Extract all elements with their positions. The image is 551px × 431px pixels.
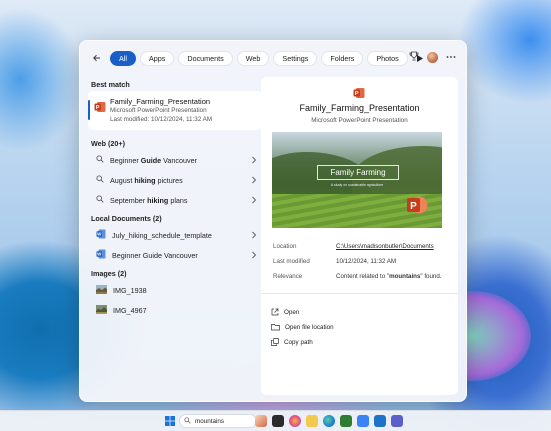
powerpoint-icon: P: [353, 87, 365, 101]
outlook-app-icon[interactable]: [374, 415, 386, 427]
chevron-right-icon[interactable]: [251, 156, 257, 166]
image-result-label: IMG_4967: [113, 305, 147, 315]
image-thumbnail: [96, 304, 107, 316]
copilot-icon[interactable]: [289, 415, 301, 427]
svg-text:P: P: [96, 105, 100, 111]
taskbar-search-text: mountains: [195, 417, 225, 425]
microsoft-store-icon[interactable]: [357, 415, 369, 427]
divider: [261, 293, 458, 294]
task-view-icon[interactable]: [272, 415, 284, 427]
web-result-item[interactable]: Beginner Guide Vancouver: [88, 150, 262, 170]
search-icon: [96, 175, 104, 185]
web-result-label: Beginner Guide Vancouver: [110, 155, 197, 165]
image-thumbnail: [96, 284, 107, 296]
preview-pane: P Family_Farming_Presentation Microsoft …: [261, 77, 458, 395]
word-document-icon: W: [96, 249, 106, 261]
local-documents-heading: Local Documents (2): [91, 213, 162, 223]
filter-chip-apps[interactable]: Apps: [140, 50, 175, 66]
thumbnail-title: Family Farming: [317, 165, 399, 180]
taskbar-search-box[interactable]: mountains: [179, 414, 257, 428]
web-result-label: August hiking pictures: [110, 175, 183, 185]
search-icon: [96, 195, 104, 205]
filter-bar: All Apps Documents Web Settings Folders …: [80, 41, 466, 75]
copy-path-action[interactable]: Copy path: [271, 335, 334, 350]
top-right-controls: [409, 51, 456, 63]
presentation-thumbnail[interactable]: Family Farming A study on sustainable ag…: [272, 132, 442, 228]
filter-chip-folders[interactable]: Folders: [321, 50, 364, 66]
property-relevance: Relevance Content related to "mountains"…: [273, 273, 442, 280]
word-document-icon: W: [96, 229, 106, 241]
chevron-right-icon[interactable]: [251, 231, 257, 241]
image-result-label: IMG_1938: [113, 285, 147, 295]
best-match-type: Microsoft PowerPoint Presentation: [110, 107, 207, 114]
svg-text:P: P: [410, 201, 417, 212]
chevron-right-icon[interactable]: [251, 251, 257, 261]
document-result-item[interactable]: W Beginner Guide Vancouver: [88, 245, 262, 265]
best-match-item[interactable]: P Family_Farming_Presentation Microsoft …: [88, 91, 262, 130]
filter-chip-web[interactable]: Web: [236, 50, 270, 66]
document-result-label: Beginner Guide Vancouver: [112, 250, 198, 260]
open-action[interactable]: Open: [271, 305, 334, 320]
web-heading: Web (20+): [91, 138, 126, 148]
powerpoint-logo-icon: P: [406, 194, 428, 218]
file-properties: Location C:\Users\madisonbutler\Document…: [273, 239, 450, 284]
chevron-right-icon[interactable]: [251, 196, 257, 206]
windows-start-icon[interactable]: [164, 415, 176, 427]
thumbnail-subtitle: A study on sustainable agriculture: [330, 183, 384, 187]
results-pane: Best match P Family_Farming_Presentation…: [88, 77, 262, 395]
open-file-location-action[interactable]: Open file location: [271, 320, 334, 335]
filter-chip-settings[interactable]: Settings: [273, 50, 318, 66]
web-result-item[interactable]: September hiking plans: [88, 190, 262, 210]
filter-chip-photos[interactable]: Photos: [367, 50, 408, 66]
edge-browser-icon[interactable]: [323, 415, 335, 427]
teams-app-icon[interactable]: [391, 415, 403, 427]
taskbar: mountains: [0, 410, 551, 431]
search-highlight-icon[interactable]: [255, 415, 267, 427]
search-window: All Apps Documents Web Settings Folders …: [79, 40, 467, 402]
user-avatar[interactable]: [427, 51, 438, 63]
preview-title: Family_Farming_Presentation: [299, 103, 420, 113]
rewards-trophy-icon[interactable]: [409, 51, 419, 63]
preview-subtitle: Microsoft PowerPoint Presentation: [311, 117, 408, 124]
selection-indicator: [88, 100, 90, 120]
best-match-heading: Best match: [91, 79, 130, 89]
images-heading: Images (2): [91, 268, 127, 278]
property-modified: Last modified 10/12/2024, 11:32 AM: [273, 258, 397, 265]
filter-chip-all[interactable]: All: [110, 50, 136, 66]
property-location: Location C:\Users\madisonbutler\Document…: [273, 243, 434, 250]
powerpoint-icon: P: [94, 101, 106, 115]
location-link[interactable]: C:\Users\madisonbutler\Documents: [336, 243, 434, 250]
preview-actions: Open Open file location Copy path: [271, 305, 334, 350]
search-icon: [184, 416, 191, 426]
document-result-label: July_hiking_schedule_template: [112, 230, 212, 240]
folder-icon: [271, 323, 280, 333]
best-match-modified: Last modified: 10/12/2024, 11:32 AM: [110, 116, 213, 123]
chevron-right-icon[interactable]: [251, 176, 257, 186]
search-icon: [96, 155, 104, 165]
back-arrow-icon[interactable]: [90, 51, 104, 65]
copy-icon: [271, 337, 279, 348]
image-result-item[interactable]: IMG_4967: [88, 300, 262, 320]
best-match-name: Family_Farming_Presentation: [110, 97, 211, 106]
more-options-icon[interactable]: [446, 54, 456, 61]
image-result-item[interactable]: IMG_1938: [88, 280, 262, 300]
filter-chip-documents[interactable]: Documents: [178, 50, 233, 66]
file-explorer-icon[interactable]: [306, 415, 318, 427]
web-result-label: September hiking plans: [110, 195, 188, 205]
open-external-icon: [271, 308, 279, 318]
document-result-item[interactable]: W July_hiking_schedule_template: [88, 225, 262, 245]
web-result-item[interactable]: August hiking pictures: [88, 170, 262, 190]
excel-app-icon[interactable]: [340, 415, 352, 427]
svg-text:P: P: [355, 91, 359, 97]
